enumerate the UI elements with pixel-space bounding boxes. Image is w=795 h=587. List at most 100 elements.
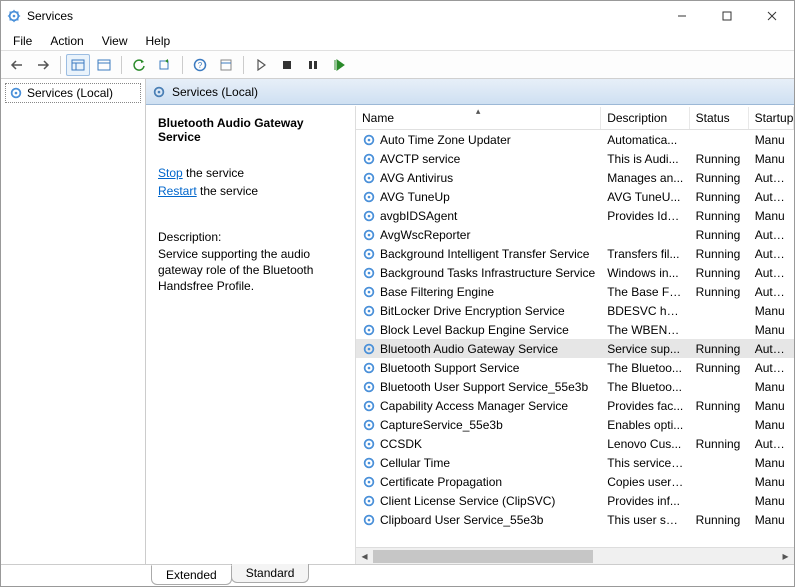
refresh-button[interactable] — [127, 54, 151, 76]
service-row[interactable]: Certificate PropagationCopies user ...Ma… — [356, 472, 794, 491]
service-name-text: Base Filtering Engine — [380, 285, 494, 299]
service-row[interactable]: AVG AntivirusManages an...RunningAutom — [356, 168, 794, 187]
service-name-text: Background Intelligent Transfer Service — [380, 247, 589, 261]
service-row[interactable]: Background Tasks Infrastructure Service W… — [356, 263, 794, 282]
service-row[interactable]: BitLocker Drive Encryption ServiceBDESVC… — [356, 301, 794, 320]
service-action-links: Stop the service Restart the service — [158, 164, 345, 200]
help-button[interactable]: ? — [188, 54, 212, 76]
cell-status: Running — [690, 285, 749, 299]
column-header-name[interactable]: ▴ Name — [356, 107, 601, 129]
cell-description: Service sup... — [601, 342, 689, 356]
cell-startup: Autom — [749, 361, 794, 375]
toolbar-separator — [182, 56, 183, 74]
close-button[interactable] — [749, 1, 794, 31]
service-row[interactable]: Base Filtering EngineThe Base Fil...Runn… — [356, 282, 794, 301]
cell-startup: Manu — [749, 152, 794, 166]
show-hide-console-tree-button[interactable] — [66, 54, 90, 76]
column-label: Name — [362, 111, 394, 125]
menu-action[interactable]: Action — [42, 32, 91, 50]
service-row[interactable]: Cellular TimeThis service ...Manu — [356, 453, 794, 472]
titlebar: Services — [1, 1, 794, 31]
cell-description: AVG TuneU... — [601, 190, 689, 204]
column-header-status[interactable]: Status — [690, 107, 749, 129]
scroll-right-button[interactable]: ▸ — [777, 548, 794, 565]
gear-icon — [362, 475, 376, 489]
gear-icon — [362, 285, 376, 299]
cell-startup: Manu — [749, 494, 794, 508]
cell-name: Background Intelligent Transfer Service — [356, 247, 601, 261]
cell-startup: Autom — [749, 190, 794, 204]
gear-icon — [362, 418, 376, 432]
scroll-thumb[interactable] — [373, 550, 593, 563]
service-row[interactable]: Background Intelligent Transfer ServiceT… — [356, 244, 794, 263]
scroll-track[interactable] — [373, 548, 777, 565]
cell-description: The Bluetoo... — [601, 361, 689, 375]
service-row[interactable]: CCSDKLenovo Cus...RunningAutom — [356, 434, 794, 453]
gear-icon — [9, 86, 23, 100]
maximize-button[interactable] — [704, 1, 749, 31]
minimize-button[interactable] — [659, 1, 704, 31]
menu-view[interactable]: View — [94, 32, 136, 50]
service-row[interactable]: Capability Access Manager ServiceProvide… — [356, 396, 794, 415]
restart-service-button[interactable] — [327, 54, 351, 76]
list-rows[interactable]: Auto Time Zone UpdaterAutomatica...ManuA… — [356, 130, 794, 547]
properties-button[interactable] — [214, 54, 238, 76]
service-row[interactable]: AVG TuneUpAVG TuneU...RunningAutom — [356, 187, 794, 206]
service-row[interactable]: AvgWscReporterRunningAutom — [356, 225, 794, 244]
column-header-description[interactable]: Description — [601, 107, 689, 129]
tab-standard[interactable]: Standard — [231, 564, 310, 583]
detail-pane: Bluetooth Audio Gateway Service Stop the… — [146, 106, 356, 564]
gear-icon — [362, 494, 376, 508]
restart-link[interactable]: Restart — [158, 184, 197, 198]
stop-service-button[interactable] — [275, 54, 299, 76]
menu-file[interactable]: File — [5, 32, 40, 50]
gear-icon — [362, 190, 376, 204]
description-text: Service supporting the audio gateway rol… — [158, 246, 345, 295]
nav-back-button[interactable] — [5, 54, 29, 76]
column-label: Description — [607, 111, 667, 125]
service-name-text: Clipboard User Service_55e3b — [380, 513, 543, 527]
service-name-text: AvgWscReporter — [380, 228, 470, 242]
tab-extended[interactable]: Extended — [151, 565, 232, 585]
cell-name: Background Tasks Infrastructure Service — [356, 266, 601, 280]
stop-link[interactable]: Stop — [158, 166, 183, 180]
cell-name: Certificate Propagation — [356, 475, 601, 489]
nav-item-services-local[interactable]: Services (Local) — [5, 83, 141, 103]
toolbar-separator — [243, 56, 244, 74]
cell-description: Windows in... — [601, 266, 689, 280]
menu-help[interactable]: Help — [138, 32, 179, 50]
sort-ascending-icon: ▴ — [476, 107, 481, 117]
service-row[interactable]: Client License Service (ClipSVC)Provides… — [356, 491, 794, 510]
cell-startup: Manu — [749, 418, 794, 432]
details-pane-button[interactable] — [92, 54, 116, 76]
cell-description: Provides Ide... — [601, 209, 689, 223]
menubar: File Action View Help — [1, 31, 794, 51]
service-row[interactable]: Bluetooth Audio Gateway Service Service s… — [356, 339, 794, 358]
horizontal-scrollbar[interactable]: ◂ ▸ — [356, 547, 794, 564]
service-row[interactable]: AVCTP serviceThis is Audi...RunningManu — [356, 149, 794, 168]
service-row[interactable]: Auto Time Zone UpdaterAutomatica...Manu — [356, 130, 794, 149]
start-service-button[interactable] — [249, 54, 273, 76]
service-row[interactable]: Clipboard User Service_55e3bThis user se… — [356, 510, 794, 529]
cell-name: AvgWscReporter — [356, 228, 601, 242]
toolbar-separator — [60, 56, 61, 74]
cell-status: Running — [690, 437, 749, 451]
cell-name: CCSDK — [356, 437, 601, 451]
service-row[interactable]: Bluetooth User Support Service_55e3bThe … — [356, 377, 794, 396]
service-name-text: CCSDK — [380, 437, 422, 451]
cell-description: This is Audi... — [601, 152, 689, 166]
scroll-left-button[interactable]: ◂ — [356, 548, 373, 565]
pause-service-button[interactable] — [301, 54, 325, 76]
service-row[interactable]: Bluetooth Support ServiceThe Bluetoo...R… — [356, 358, 794, 377]
nav-forward-button[interactable] — [31, 54, 55, 76]
column-header-startup[interactable]: Startup — [749, 107, 794, 129]
service-row[interactable]: Block Level Backup Engine ServiceThe WBE… — [356, 320, 794, 339]
gear-icon — [362, 380, 376, 394]
service-row[interactable]: CaptureService_55e3bEnables opti...Manu — [356, 415, 794, 434]
service-name-text: Background Tasks Infrastructure Service — [380, 266, 595, 280]
gear-icon — [362, 228, 376, 242]
app-icon — [7, 9, 21, 23]
export-list-button[interactable] — [153, 54, 177, 76]
service-name-text: Bluetooth Audio Gateway Service — [380, 342, 558, 356]
service-row[interactable]: avgbIDSAgentProvides Ide...RunningManu — [356, 206, 794, 225]
